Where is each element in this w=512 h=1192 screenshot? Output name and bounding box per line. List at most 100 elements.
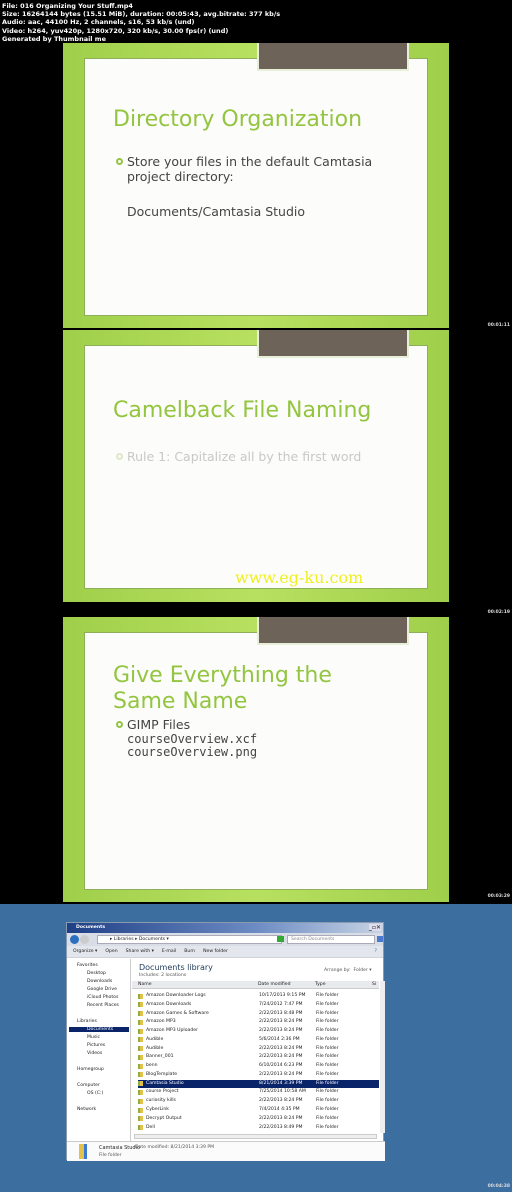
file-date: 2/22/2013 8:24 PM [259,1098,303,1104]
column-date[interactable]: Date modified [258,981,291,989]
title-bar: Documents _▫✕ [67,923,383,933]
open-button[interactable]: Open [105,949,117,954]
file-row[interactable]: benn 6/10/2014 6:23 PM File folder [138,1062,379,1070]
frame-3: Give Everything the Same Name GIMP Files… [0,617,512,904]
nav-item[interactable]: Videos [87,1051,102,1056]
library-includes[interactable]: Includes: 2 locations [139,973,186,978]
generator-info: Generated by Thumbnail me [2,34,106,43]
horizontal-scrollbar[interactable] [134,1134,377,1139]
file-row[interactable]: BlogTemplate 2/22/2013 8:24 PM File folder [138,1071,379,1079]
nav-item[interactable]: Downloads [87,979,112,984]
file-row[interactable]: course Project 7/25/2014 10:58 AM File fol… [138,1088,379,1096]
folder-icon [138,1011,143,1017]
email-button[interactable]: E-mail [162,949,176,954]
slide-tab [257,43,409,71]
folder-icon [138,1125,143,1131]
folder-icon [138,1028,143,1034]
file-date: 7/4/2014 4:35 PM [259,1107,300,1112]
nav-item[interactable]: Network [77,1107,96,1112]
vertical-scrollbar[interactable] [380,981,385,1133]
arrange-value[interactable]: Folder ▾ [354,968,372,973]
file-row[interactable]: Banner_001 2/22/2013 8:24 PM File folder [138,1053,379,1061]
folder-icon [138,1089,143,1095]
file-row[interactable]: Amazon Downloader Logs 10/17/2013 9:15 PM… [138,992,379,1000]
details-pane: Camtasia Studio Date modified: 8/21/2014… [67,1141,385,1161]
frame-2: Camelback File Naming Rule 1: Capitalize… [0,330,512,617]
search-input[interactable]: Search Documents [287,935,375,944]
bullet-icon [116,453,123,460]
file-row[interactable]: Amazon MP3 2/22/2013 8:24 PM File folder [138,1018,379,1026]
file-date: 2/22/2013 8:24 PM [259,1115,303,1121]
file-type: File folder [316,1089,339,1095]
window-controls[interactable]: _▫✕ [368,924,381,931]
nav-item[interactable]: Music [87,1035,100,1040]
navigation-pane: Favorites Desktop Downloads Google Drive iCl… [67,959,131,1141]
file-name: Amazon MP3 Uploader [146,1028,198,1034]
forward-icon[interactable] [80,935,89,944]
share-with-button[interactable]: Share with ▾ [126,949,154,954]
slide-title: Give Everything the Same Name [113,663,332,714]
file-date: 2/22/2013 8:24 PM [259,1019,303,1025]
nav-item[interactable]: Homegroup [77,1067,104,1072]
watermark: www.eg-ku.com [235,568,364,587]
nav-item[interactable]: Favorites [77,963,98,968]
file-row[interactable]: Audible 2/22/2013 8:24 PM File folder [138,1045,379,1053]
file-row[interactable]: Dell 2/22/2013 8:49 PM File folder [138,1124,379,1132]
file-type: File folder [316,1028,339,1034]
help-icon[interactable]: ? [375,949,377,954]
folder-icon [138,1098,143,1104]
nav-item[interactable]: Google Drive [87,987,117,992]
folder-icon [138,1072,143,1078]
nav-item[interactable]: Libraries [77,1019,97,1024]
file-row[interactable]: Amazon Downloads 7/24/2012 7:47 PM File fo… [138,1001,379,1009]
nav-item[interactable]: Documents [69,1027,129,1032]
folder-icon [138,993,143,999]
organize-button[interactable]: Organize ▾ [73,949,97,954]
column-type[interactable]: Type [315,981,326,989]
file-name: Amazon Games & Software [146,1010,209,1016]
refresh-icon[interactable] [277,936,284,942]
file-row[interactable]: Camtasia Studio 8/21/2014 3:39 PM File fol… [138,1079,379,1088]
file-size: Size: 16264144 bytes (15.51 MiB), durati… [2,10,281,19]
address-bar[interactable]: ▸ Libraries ▸ Documents ▾ [97,935,282,944]
file-date: 5/6/2014 2:36 PM [259,1036,300,1042]
nav-item[interactable]: Desktop [87,971,106,976]
new-folder-button[interactable]: New folder [203,949,228,954]
folder-icon [138,1002,143,1008]
file-date: 7/25/2014 10:58 AM [259,1089,306,1095]
timestamp: 00:04:38 [487,1184,510,1189]
nav-item[interactable]: iCloud Photos [87,995,118,1000]
file-type: File folder [316,1124,339,1130]
search-icon[interactable] [377,936,383,942]
file-row[interactable]: Audible 5/6/2014 2:36 PM File folder [138,1036,379,1044]
file-row[interactable]: CyberLink 7/4/2014 4:35 PM File folder [138,1106,379,1114]
burn-button[interactable]: Burn [184,949,195,954]
file-name: File: 016 Organizing Your Stuff.mp4 [2,2,133,10]
file-date: 2/22/2013 8:24 PM [259,1054,303,1060]
breadcrumb-documents[interactable]: Documents [139,937,165,942]
details-name: Camtasia Studio [99,1145,141,1151]
audio-info: Audio: aac, 44100 Hz, 2 channels, s16, 5… [2,18,195,27]
file-row[interactable]: Amazon Games & Software 2/22/2013 8:48 PM… [138,1010,379,1018]
file-info-header: File: 016 Organizing Your Stuff.mp4 Size:… [2,2,280,43]
file-row[interactable]: Decrypt Output 2/22/2013 8:24 PM File fold… [138,1115,379,1123]
file-list-pane: Documents library Includes: 2 locations … [132,959,385,1141]
nav-item[interactable]: Computer [77,1083,100,1088]
file-name: curiosity kills [146,1098,176,1104]
nav-item[interactable]: OS (C:) [87,1091,103,1096]
slide-bullet: Rule 1: Capitalize all by the first word [116,449,361,464]
file-row[interactable]: Amazon MP3 Uploader 2/22/2013 8:24 PM File… [138,1027,379,1035]
bullet-icon [116,721,123,728]
file-date: 2/22/2013 8:48 PM [259,1010,303,1016]
nav-item[interactable]: Pictures [87,1043,105,1048]
column-size[interactable]: Si [372,981,376,989]
slide: Camelback File Naming Rule 1: Capitalize… [63,330,449,602]
column-name[interactable]: Name [138,981,152,989]
arrange-by[interactable]: Arrange by: Folder ▾ [324,968,372,973]
back-icon[interactable] [70,935,79,944]
breadcrumb-libraries[interactable]: Libraries [114,937,134,942]
file-name: Audible [146,1045,164,1051]
file-row[interactable]: curiosity kills 2/22/2013 8:24 PM File fol… [138,1097,379,1105]
file-type: File folder [316,1107,339,1112]
nav-item[interactable]: Recent Places [87,1003,119,1008]
